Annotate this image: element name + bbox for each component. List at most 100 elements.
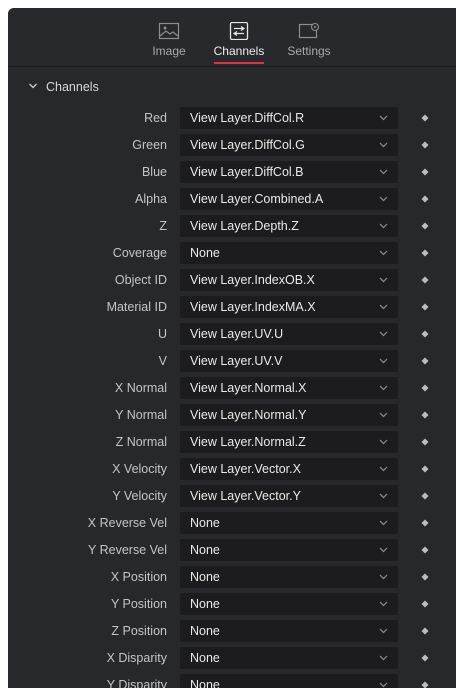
keyframe-diamond-icon[interactable] bbox=[421, 573, 429, 581]
channel-dropdown[interactable]: View Layer.IndexMA.X bbox=[180, 296, 398, 318]
channel-dropdown[interactable]: None bbox=[180, 593, 398, 615]
chevron-down-icon bbox=[379, 547, 388, 553]
channel-dropdown[interactable]: View Layer.Depth.Z bbox=[180, 215, 398, 237]
channel-dropdown-value: None bbox=[190, 678, 220, 688]
channel-dropdown[interactable]: View Layer.IndexOB.X bbox=[180, 269, 398, 291]
channel-label: Y Disparity bbox=[106, 678, 167, 688]
keyframe-diamond-icon[interactable] bbox=[421, 546, 429, 554]
channel-label: Y Velocity bbox=[112, 489, 167, 503]
chevron-down-icon bbox=[379, 412, 388, 418]
chevron-down-icon bbox=[379, 574, 388, 580]
channel-label: U bbox=[157, 327, 167, 341]
channel-dropdown[interactable]: None bbox=[180, 647, 398, 669]
channel-dropdown[interactable]: View Layer.DiffCol.G bbox=[180, 134, 398, 156]
channel-row: X Velocity View Layer.Vector.X bbox=[8, 458, 456, 480]
keyframe-diamond-icon[interactable] bbox=[421, 600, 429, 608]
chevron-down-icon bbox=[379, 115, 388, 121]
keyframe-diamond-icon[interactable] bbox=[421, 195, 429, 203]
chevron-down-icon bbox=[29, 83, 37, 89]
tab-image[interactable]: Image bbox=[134, 22, 204, 66]
channel-dropdown[interactable]: View Layer.DiffCol.R bbox=[180, 107, 398, 129]
tab-image-label: Image bbox=[152, 44, 186, 58]
chevron-down-icon bbox=[379, 169, 388, 175]
channel-dropdown[interactable]: View Layer.Vector.Y bbox=[180, 485, 398, 507]
channel-dropdown[interactable]: View Layer.UV.V bbox=[180, 350, 398, 372]
channel-dropdown-value: None bbox=[190, 624, 220, 638]
channel-row: Y Reverse Vel None bbox=[8, 539, 456, 561]
keyframe-diamond-icon[interactable] bbox=[421, 222, 429, 230]
channel-label: X Normal bbox=[114, 381, 167, 395]
channel-dropdown-value: View Layer.Vector.Y bbox=[190, 489, 301, 503]
chevron-down-icon bbox=[379, 304, 388, 310]
channels-icon bbox=[229, 22, 249, 40]
channel-row: Red View Layer.DiffCol.R bbox=[8, 107, 456, 129]
channel-row: X Disparity None bbox=[8, 647, 456, 669]
keyframe-diamond-icon[interactable] bbox=[421, 654, 429, 662]
channel-dropdown[interactable]: View Layer.Vector.X bbox=[180, 458, 398, 480]
channel-dropdown-value: View Layer.IndexMA.X bbox=[190, 300, 316, 314]
channel-dropdown-value: View Layer.UV.V bbox=[190, 354, 283, 368]
section-title: Channels bbox=[46, 80, 99, 94]
keyframe-diamond-icon[interactable] bbox=[421, 465, 429, 473]
keyframe-diamond-icon[interactable] bbox=[421, 141, 429, 149]
channel-row: Y Normal View Layer.Normal.Y bbox=[8, 404, 456, 426]
channel-label: Y Normal bbox=[115, 408, 167, 422]
keyframe-diamond-icon[interactable] bbox=[421, 114, 429, 122]
keyframe-diamond-icon[interactable] bbox=[421, 168, 429, 176]
channel-dropdown[interactable]: None bbox=[180, 539, 398, 561]
tab-channels[interactable]: Channels bbox=[204, 22, 274, 66]
channel-dropdown[interactable]: None bbox=[180, 566, 398, 588]
channel-row: X Reverse Vel None bbox=[8, 512, 456, 534]
channel-dropdown-value: View Layer.Vector.X bbox=[190, 462, 301, 476]
channel-dropdown[interactable]: View Layer.Normal.X bbox=[180, 377, 398, 399]
channel-row: Z View Layer.Depth.Z bbox=[8, 215, 456, 237]
chevron-down-icon bbox=[379, 493, 388, 499]
keyframe-diamond-icon[interactable] bbox=[421, 438, 429, 446]
channel-dropdown[interactable]: View Layer.Combined.A bbox=[180, 188, 398, 210]
keyframe-diamond-icon[interactable] bbox=[421, 357, 429, 365]
channel-label: Z Normal bbox=[115, 435, 167, 449]
channel-dropdown[interactable]: None bbox=[180, 620, 398, 642]
channel-dropdown[interactable]: View Layer.Normal.Z bbox=[180, 431, 398, 453]
channel-dropdown[interactable]: View Layer.DiffCol.B bbox=[180, 161, 398, 183]
channel-row: X Normal View Layer.Normal.X bbox=[8, 377, 456, 399]
channel-dropdown-value: None bbox=[190, 597, 220, 611]
channel-row: Y Velocity View Layer.Vector.Y bbox=[8, 485, 456, 507]
keyframe-diamond-icon[interactable] bbox=[421, 330, 429, 338]
tab-channels-label: Channels bbox=[213, 44, 265, 58]
chevron-down-icon bbox=[379, 520, 388, 526]
chevron-down-icon bbox=[379, 331, 388, 337]
keyframe-diamond-icon[interactable] bbox=[421, 411, 429, 419]
channel-label: Alpha bbox=[135, 192, 167, 206]
tab-settings-label: Settings bbox=[287, 44, 331, 58]
channel-dropdown-value: None bbox=[190, 570, 220, 584]
keyframe-diamond-icon[interactable] bbox=[421, 492, 429, 500]
keyframe-diamond-icon[interactable] bbox=[421, 627, 429, 635]
active-tab-indicator bbox=[214, 62, 264, 64]
channel-dropdown-value: View Layer.Combined.A bbox=[190, 192, 324, 206]
channel-row: Z Position None bbox=[8, 620, 456, 642]
keyframe-diamond-icon[interactable] bbox=[421, 519, 429, 527]
channel-dropdown-value: View Layer.IndexOB.X bbox=[190, 273, 315, 287]
channel-row: U View Layer.UV.U bbox=[8, 323, 456, 345]
channels-section-header[interactable]: Channels bbox=[8, 78, 456, 98]
keyframe-diamond-icon[interactable] bbox=[421, 276, 429, 284]
channel-dropdown-value: None bbox=[190, 246, 220, 260]
keyframe-diamond-icon[interactable] bbox=[421, 303, 429, 311]
channel-dropdown[interactable]: None bbox=[180, 242, 398, 264]
keyframe-diamond-icon[interactable] bbox=[421, 249, 429, 257]
tab-settings[interactable]: Settings bbox=[274, 22, 344, 66]
channel-dropdown[interactable]: View Layer.Normal.Y bbox=[180, 404, 398, 426]
channel-dropdown-value: View Layer.DiffCol.B bbox=[190, 165, 304, 179]
channel-dropdown[interactable]: None bbox=[180, 512, 398, 534]
channel-row: Blue View Layer.DiffCol.B bbox=[8, 161, 456, 183]
channel-row: Coverage None bbox=[8, 242, 456, 264]
chevron-down-icon bbox=[379, 250, 388, 256]
channel-label: V bbox=[158, 354, 167, 368]
channel-dropdown[interactable]: View Layer.UV.U bbox=[180, 323, 398, 345]
keyframe-diamond-icon[interactable] bbox=[421, 384, 429, 392]
channel-row: Y Position None bbox=[8, 593, 456, 615]
channel-dropdown[interactable]: None bbox=[180, 674, 398, 688]
keyframe-diamond-icon[interactable] bbox=[421, 681, 429, 688]
channel-label: Y Reverse Vel bbox=[88, 543, 167, 557]
